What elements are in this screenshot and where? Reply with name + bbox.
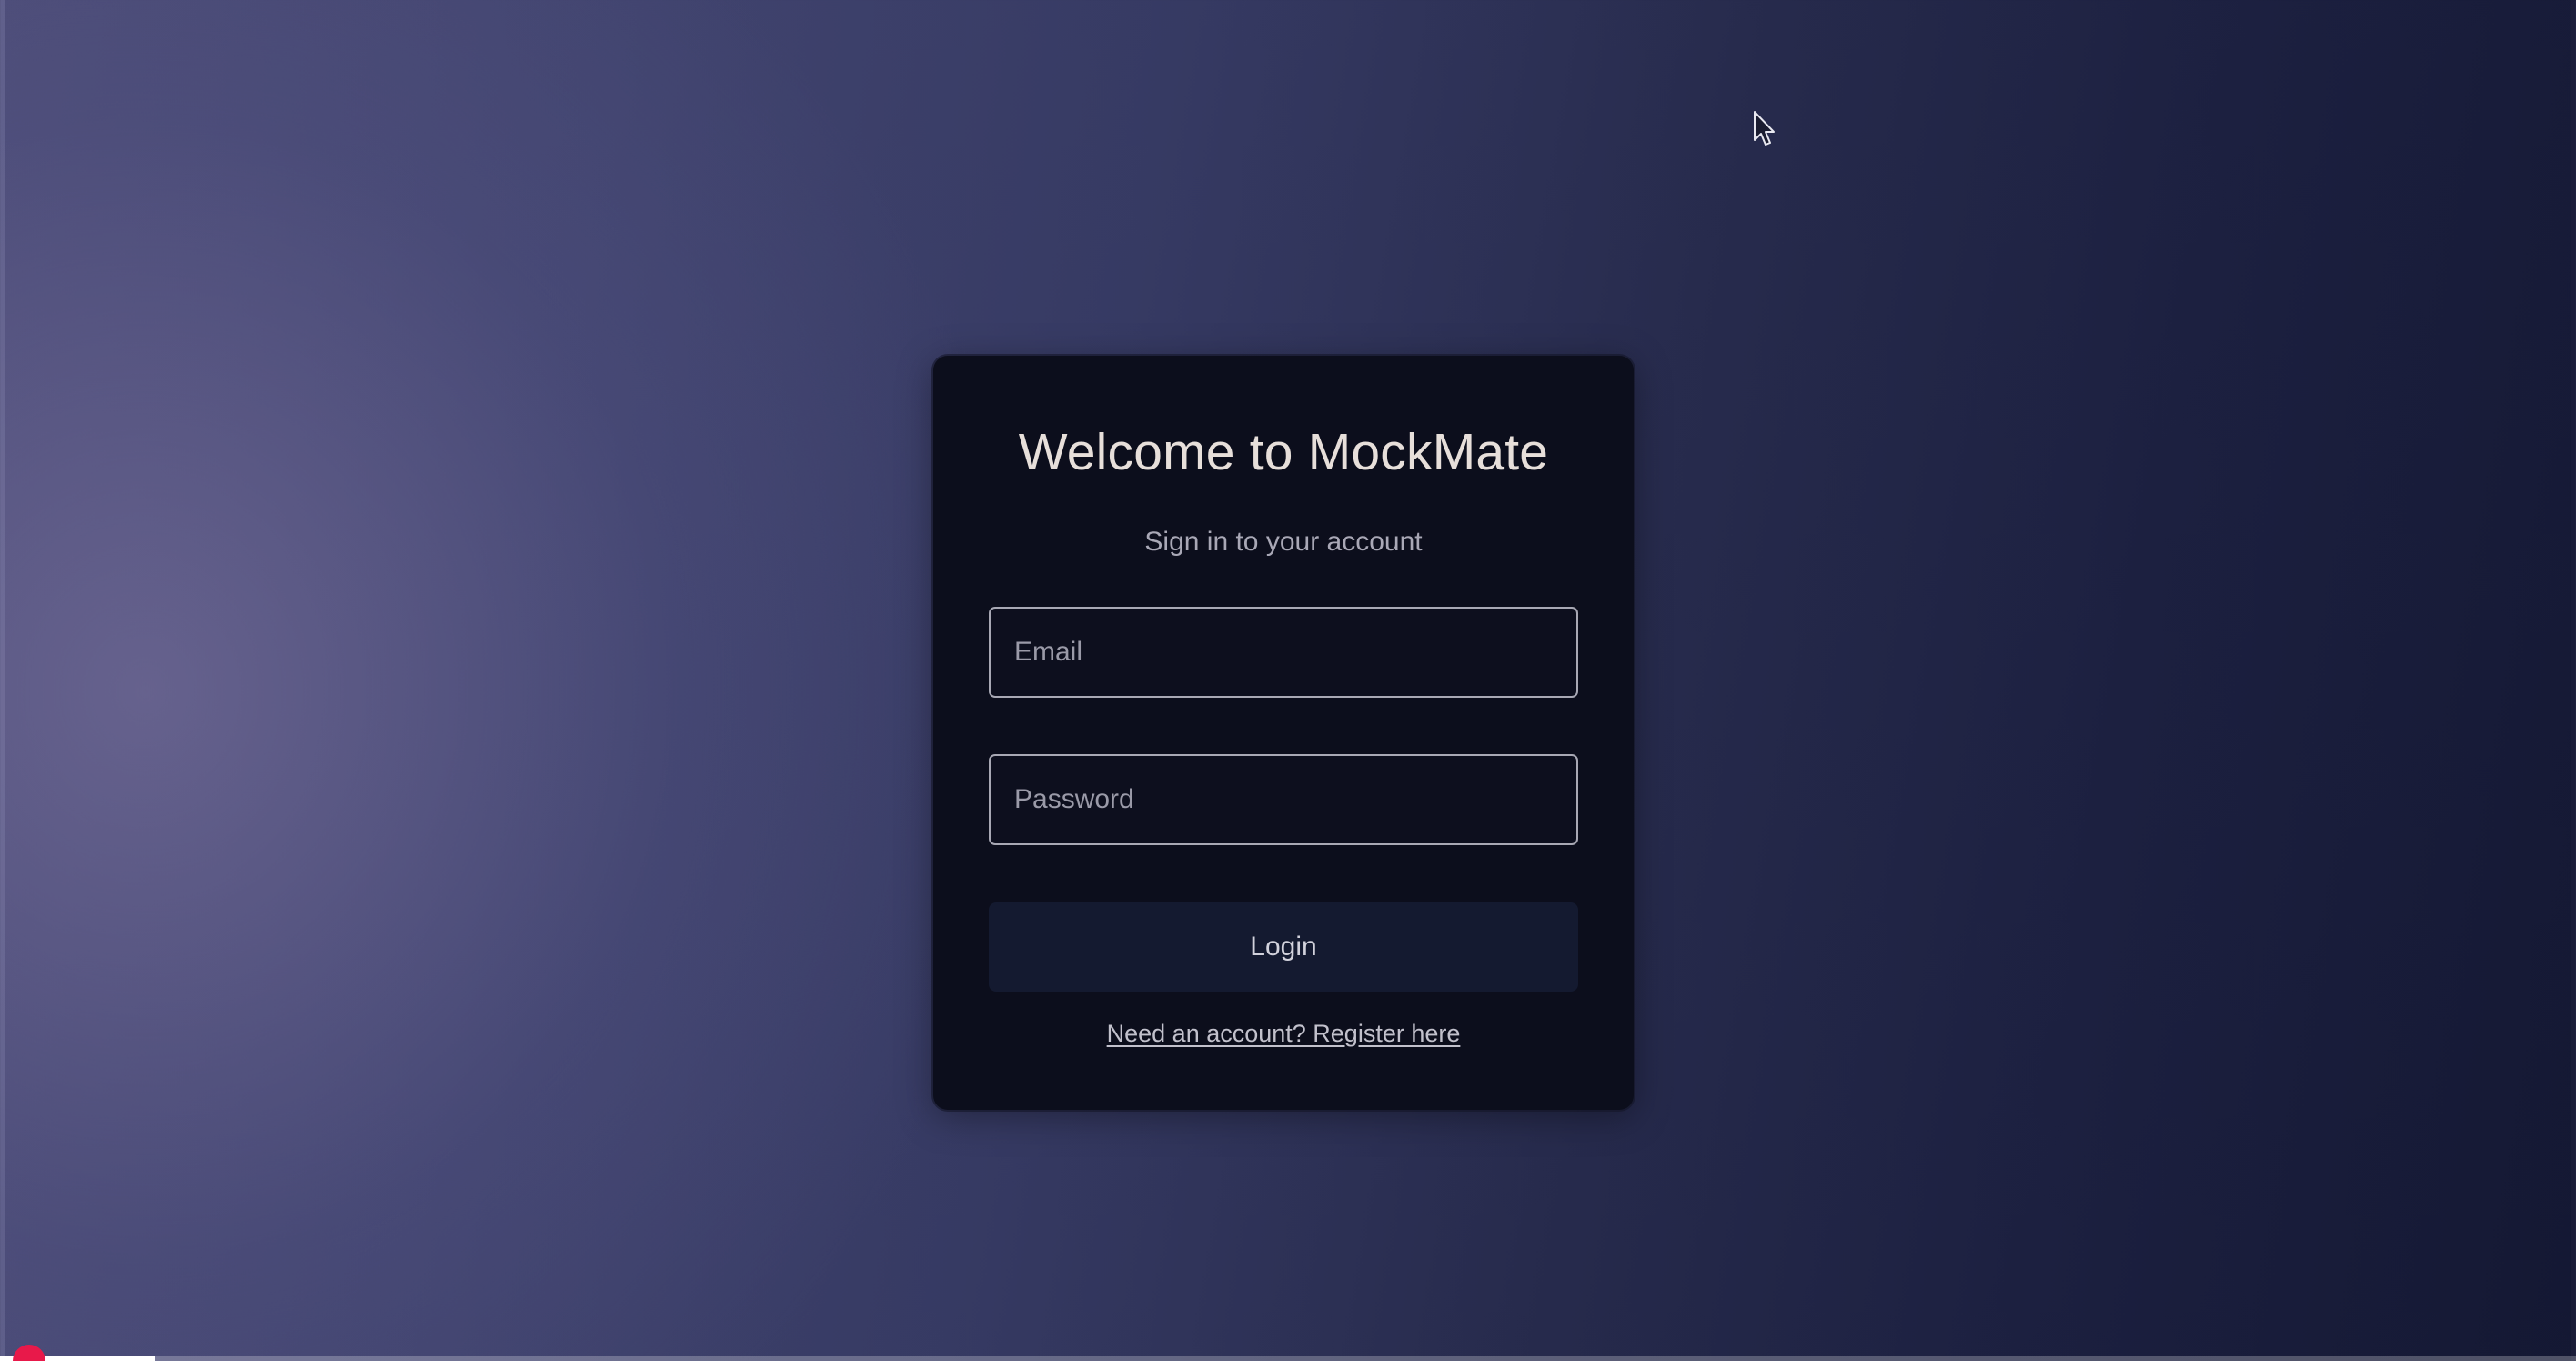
window-edge-left: [0, 0, 5, 1361]
email-field[interactable]: [989, 607, 1578, 698]
register-link[interactable]: Need an account? Register here: [933, 1020, 1634, 1048]
mouse-pointer-icon: [1754, 111, 1775, 146]
page-subtitle: Sign in to your account: [1144, 527, 1423, 557]
page-title: Welcome to MockMate: [1018, 423, 1549, 481]
login-button[interactable]: Login: [989, 902, 1578, 992]
recording-indicator: [13, 1345, 45, 1361]
window-edge-right: [2571, 0, 2576, 1361]
video-progress-bar[interactable]: [0, 1356, 2576, 1361]
login-card: Welcome to MockMate Sign in to your acco…: [933, 356, 1634, 1110]
password-field[interactable]: [989, 754, 1578, 845]
